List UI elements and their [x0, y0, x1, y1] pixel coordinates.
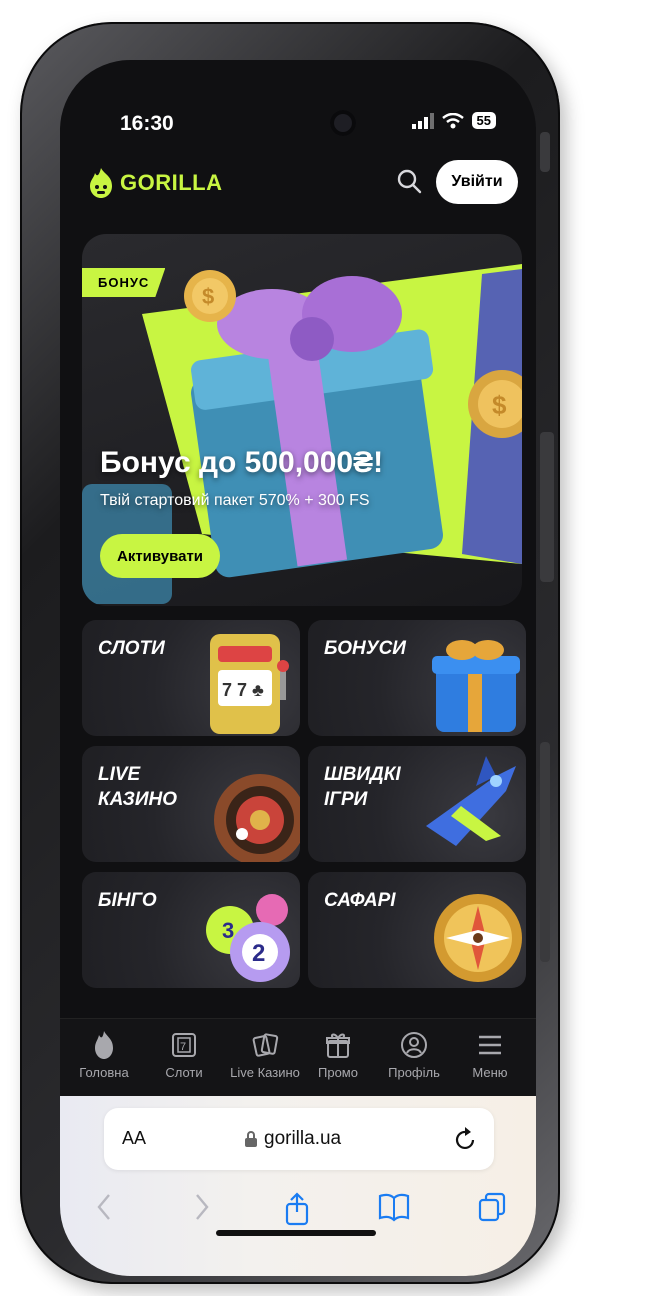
banner-title: Бонус до 500,000₴! — [100, 446, 384, 479]
tabs-icon[interactable] — [478, 1192, 506, 1222]
slot-machine-icon: 7 7 ♣ — [210, 634, 289, 734]
login-button[interactable]: Увійти — [436, 160, 518, 204]
bottom-nav: Головна 7 Слоти Live Казино Промо Профіл… — [60, 1018, 536, 1099]
tab-label: Live Казино — [230, 1065, 300, 1080]
camera-island — [330, 110, 356, 136]
tab-label: Профіль — [388, 1065, 440, 1080]
roulette-icon — [214, 774, 300, 862]
bonus-tag: БОНУС — [82, 268, 166, 297]
category-label: СЛОТИ — [98, 638, 165, 659]
signal-icon — [411, 112, 434, 129]
category-fast-games[interactable]: ШВИДКІ ІГРИ — [308, 746, 526, 862]
tab-promo[interactable]: Промо — [298, 1031, 378, 1080]
reader-mode-button[interactable]: AA — [122, 1128, 146, 1149]
category-label: САФАРІ — [324, 890, 396, 911]
category-label: БІНГО — [98, 890, 157, 911]
volume-button — [540, 432, 554, 582]
tab-menu[interactable]: Меню — [450, 1031, 530, 1080]
tab-home[interactable]: Головна — [64, 1031, 144, 1080]
category-label: LIVE КАЗИНО — [98, 764, 178, 810]
bookmarks-icon[interactable] — [378, 1192, 410, 1222]
home-indicator — [216, 1230, 376, 1236]
share-icon[interactable] — [284, 1192, 310, 1226]
app-header: GORILLA Увійти — [60, 152, 536, 214]
menu-icon — [479, 1035, 501, 1055]
logo[interactable]: GORILLA — [88, 168, 223, 198]
gorilla-flame-icon — [90, 168, 112, 198]
tab-label: Слоти — [165, 1065, 203, 1080]
url-text: gorilla.ua — [264, 1128, 342, 1149]
address-bar[interactable]: AA gorilla.ua — [104, 1108, 494, 1170]
logo-text: GORILLA — [120, 170, 223, 195]
screen: 16:30 55 GORILLA Увійти $ $ БОНУС Бонус … — [60, 60, 536, 1276]
category-bonuses[interactable]: БОНУСИ — [308, 620, 526, 736]
tab-profile[interactable]: Профіль — [374, 1031, 454, 1080]
profile-icon — [401, 1032, 427, 1058]
wifi-icon — [441, 112, 464, 128]
jet-icon — [426, 756, 516, 846]
category-label: БОНУСИ — [324, 638, 406, 659]
category-slots[interactable]: СЛОТИ 7 7 ♣ — [82, 620, 300, 736]
banner-subtitle: Твій стартовий пакет 570% + 300 FS — [100, 492, 370, 509]
slot-icon: 7 — [172, 1033, 196, 1057]
side-button — [540, 742, 550, 962]
url-display[interactable]: gorilla.ua — [244, 1128, 341, 1150]
gift-box-icon — [432, 640, 520, 732]
category-live-casino[interactable]: LIVE КАЗИНО — [82, 746, 300, 862]
bingo-balls-icon: 3 2 — [206, 894, 290, 982]
category-safari[interactable]: САФАРІ — [308, 872, 526, 988]
power-button — [540, 132, 550, 172]
tab-label: Промо — [318, 1065, 358, 1080]
category-bingo[interactable]: БІНГО 3 2 — [82, 872, 300, 988]
cards-icon — [252, 1033, 279, 1057]
svg-text:3: 3 — [222, 918, 234, 943]
tab-live-casino[interactable]: Live Казино — [222, 1031, 308, 1080]
svg-text:7 7 ♣: 7 7 ♣ — [222, 680, 264, 700]
activate-button[interactable]: Активувати — [100, 534, 220, 578]
compass-icon — [434, 894, 522, 982]
forward-icon[interactable] — [192, 1192, 212, 1222]
search-icon[interactable] — [396, 168, 422, 194]
svg-text:$: $ — [492, 390, 507, 420]
bonus-banner[interactable]: $ $ БОНУС Бонус до 500,000₴! Твій старто… — [82, 234, 522, 606]
browser-toolbar: AA gorilla.ua — [60, 1096, 536, 1276]
gorilla-icon — [95, 1031, 113, 1059]
status-bar: 16:30 55 — [60, 60, 536, 150]
status-time: 16:30 — [120, 112, 174, 135]
phone-frame: 16:30 55 GORILLA Увійти $ $ БОНУС Бонус … — [20, 22, 560, 1284]
svg-text:7: 7 — [180, 1041, 186, 1053]
svg-text:2: 2 — [252, 940, 265, 967]
tab-slots[interactable]: 7 Слоти — [144, 1031, 224, 1080]
tab-label: Меню — [472, 1065, 508, 1080]
lock-icon — [245, 1131, 257, 1147]
back-icon[interactable] — [94, 1192, 114, 1222]
svg-text:$: $ — [202, 284, 214, 309]
category-label: ШВИДКІ ІГРИ — [324, 764, 401, 810]
status-icons: 55 — [411, 112, 496, 129]
gift-icon — [326, 1033, 350, 1058]
battery-indicator: 55 — [471, 112, 496, 129]
reload-icon[interactable] — [454, 1126, 478, 1152]
tab-label: Головна — [79, 1065, 129, 1080]
